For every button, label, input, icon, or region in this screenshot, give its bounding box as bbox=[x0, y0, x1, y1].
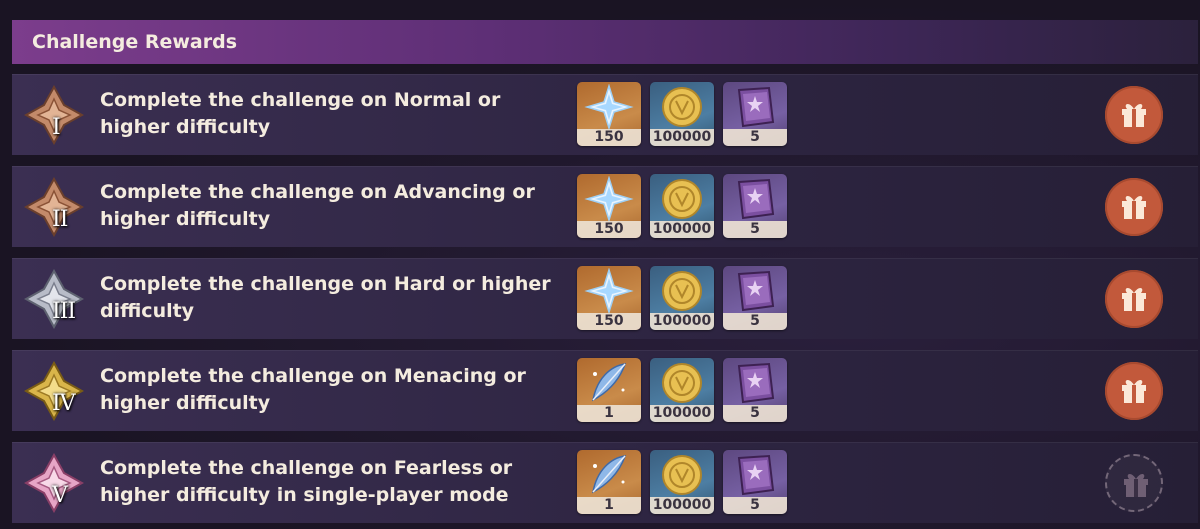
panel-title: Challenge Rewards bbox=[32, 31, 238, 53]
reward-count: 5 bbox=[723, 221, 787, 238]
challenge-task-text: Complete the challenge on Hard or higher… bbox=[100, 273, 551, 322]
reward-item[interactable]: 150 bbox=[577, 266, 641, 330]
mora-coin-icon bbox=[662, 179, 702, 219]
reward-item[interactable]: 100000 bbox=[650, 82, 714, 146]
reward-items: 1 100000 5 bbox=[577, 358, 787, 422]
challenge-task-text: Complete the challenge on Menacing or hi… bbox=[100, 365, 526, 414]
tier-numeral: V bbox=[52, 483, 68, 508]
primogem-icon bbox=[584, 84, 634, 130]
reward-item[interactable]: 5 bbox=[723, 450, 787, 514]
primogem-icon bbox=[584, 268, 634, 314]
tier-badge-icon: I bbox=[24, 85, 94, 145]
reward-count: 100000 bbox=[650, 129, 714, 146]
claim-gift-button[interactable] bbox=[1105, 362, 1163, 420]
reward-count: 100000 bbox=[650, 497, 714, 514]
claim-gift-button-locked[interactable] bbox=[1105, 454, 1163, 512]
tier-numeral: II bbox=[52, 207, 68, 232]
reward-item[interactable]: 5 bbox=[723, 82, 787, 146]
purple-book-icon bbox=[737, 362, 775, 404]
gift-icon bbox=[1122, 104, 1146, 127]
tier-numeral: IV bbox=[52, 391, 76, 416]
claim-gift-button[interactable] bbox=[1105, 178, 1163, 236]
gift-icon bbox=[1122, 196, 1146, 219]
reward-count: 5 bbox=[723, 313, 787, 330]
mora-coin-icon bbox=[662, 455, 702, 495]
reward-count: 1 bbox=[577, 405, 641, 422]
challenge-task-text: Complete the challenge on Advancing or h… bbox=[100, 181, 535, 230]
mora-coin-icon bbox=[662, 363, 702, 403]
reward-item[interactable]: 100000 bbox=[650, 266, 714, 330]
reward-count: 150 bbox=[577, 129, 641, 146]
reward-count: 5 bbox=[723, 405, 787, 422]
blue-feather-icon bbox=[591, 455, 627, 494]
reward-count: 5 bbox=[723, 129, 787, 146]
reward-item[interactable]: 5 bbox=[723, 174, 787, 238]
reward-item[interactable]: 100000 bbox=[650, 450, 714, 514]
reward-count: 1 bbox=[577, 497, 641, 514]
reward-items: 150 100000 5 bbox=[577, 174, 787, 238]
reward-count: 150 bbox=[577, 313, 641, 330]
panel-header: Challenge Rewards bbox=[12, 20, 1198, 64]
reward-item[interactable]: 100000 bbox=[650, 174, 714, 238]
mora-coin-icon bbox=[662, 271, 702, 311]
reward-item[interactable]: 150 bbox=[577, 174, 641, 238]
reward-count: 100000 bbox=[650, 313, 714, 330]
reward-items: 1 100000 5 bbox=[577, 450, 787, 514]
challenge-task-text: Complete the challenge on Fearless or hi… bbox=[100, 457, 513, 506]
gift-icon bbox=[1122, 380, 1146, 403]
reward-item[interactable]: 100000 bbox=[650, 358, 714, 422]
tier-numeral: I bbox=[52, 115, 61, 140]
tier-badge-icon: V bbox=[24, 453, 94, 513]
reward-items: 150 100000 5 bbox=[577, 266, 787, 330]
claim-gift-button[interactable] bbox=[1105, 86, 1163, 144]
tier-badge-icon: IV bbox=[24, 361, 94, 421]
tier-badge-icon: III bbox=[24, 269, 94, 329]
reward-item[interactable]: 1 bbox=[577, 358, 641, 422]
reward-row: IV Complete the challenge on Menacing or… bbox=[12, 350, 1198, 431]
reward-row: III Complete the challenge on Hard or hi… bbox=[12, 258, 1198, 339]
purple-book-icon bbox=[737, 270, 775, 312]
mora-coin-icon bbox=[662, 87, 702, 127]
challenge-task-text: Complete the challenge on Normal or high… bbox=[100, 89, 501, 138]
reward-item[interactable]: 5 bbox=[723, 358, 787, 422]
reward-row: II Complete the challenge on Advancing o… bbox=[12, 166, 1198, 247]
primogem-icon bbox=[584, 176, 634, 222]
reward-row: I Complete the challenge on Normal or hi… bbox=[12, 74, 1198, 155]
reward-items: 150 100000 5 bbox=[577, 82, 787, 146]
purple-book-icon bbox=[737, 454, 775, 496]
reward-count: 5 bbox=[723, 497, 787, 514]
purple-book-icon bbox=[737, 86, 775, 128]
gift-icon bbox=[1124, 474, 1148, 497]
gift-icon bbox=[1122, 288, 1146, 311]
blue-feather-icon bbox=[591, 363, 627, 402]
claim-gift-button[interactable] bbox=[1105, 270, 1163, 328]
reward-count: 150 bbox=[577, 221, 641, 238]
tier-badge-icon: II bbox=[24, 177, 94, 237]
reward-count: 100000 bbox=[650, 221, 714, 238]
reward-count: 100000 bbox=[650, 405, 714, 422]
reward-item[interactable]: 150 bbox=[577, 82, 641, 146]
reward-row: V Complete the challenge on Fearless or … bbox=[12, 442, 1198, 523]
purple-book-icon bbox=[737, 178, 775, 220]
tier-numeral: III bbox=[52, 299, 76, 324]
reward-item[interactable]: 5 bbox=[723, 266, 787, 330]
challenge-rewards-panel: Challenge Rewards I Complete the challen… bbox=[0, 0, 1200, 529]
reward-item[interactable]: 1 bbox=[577, 450, 641, 514]
